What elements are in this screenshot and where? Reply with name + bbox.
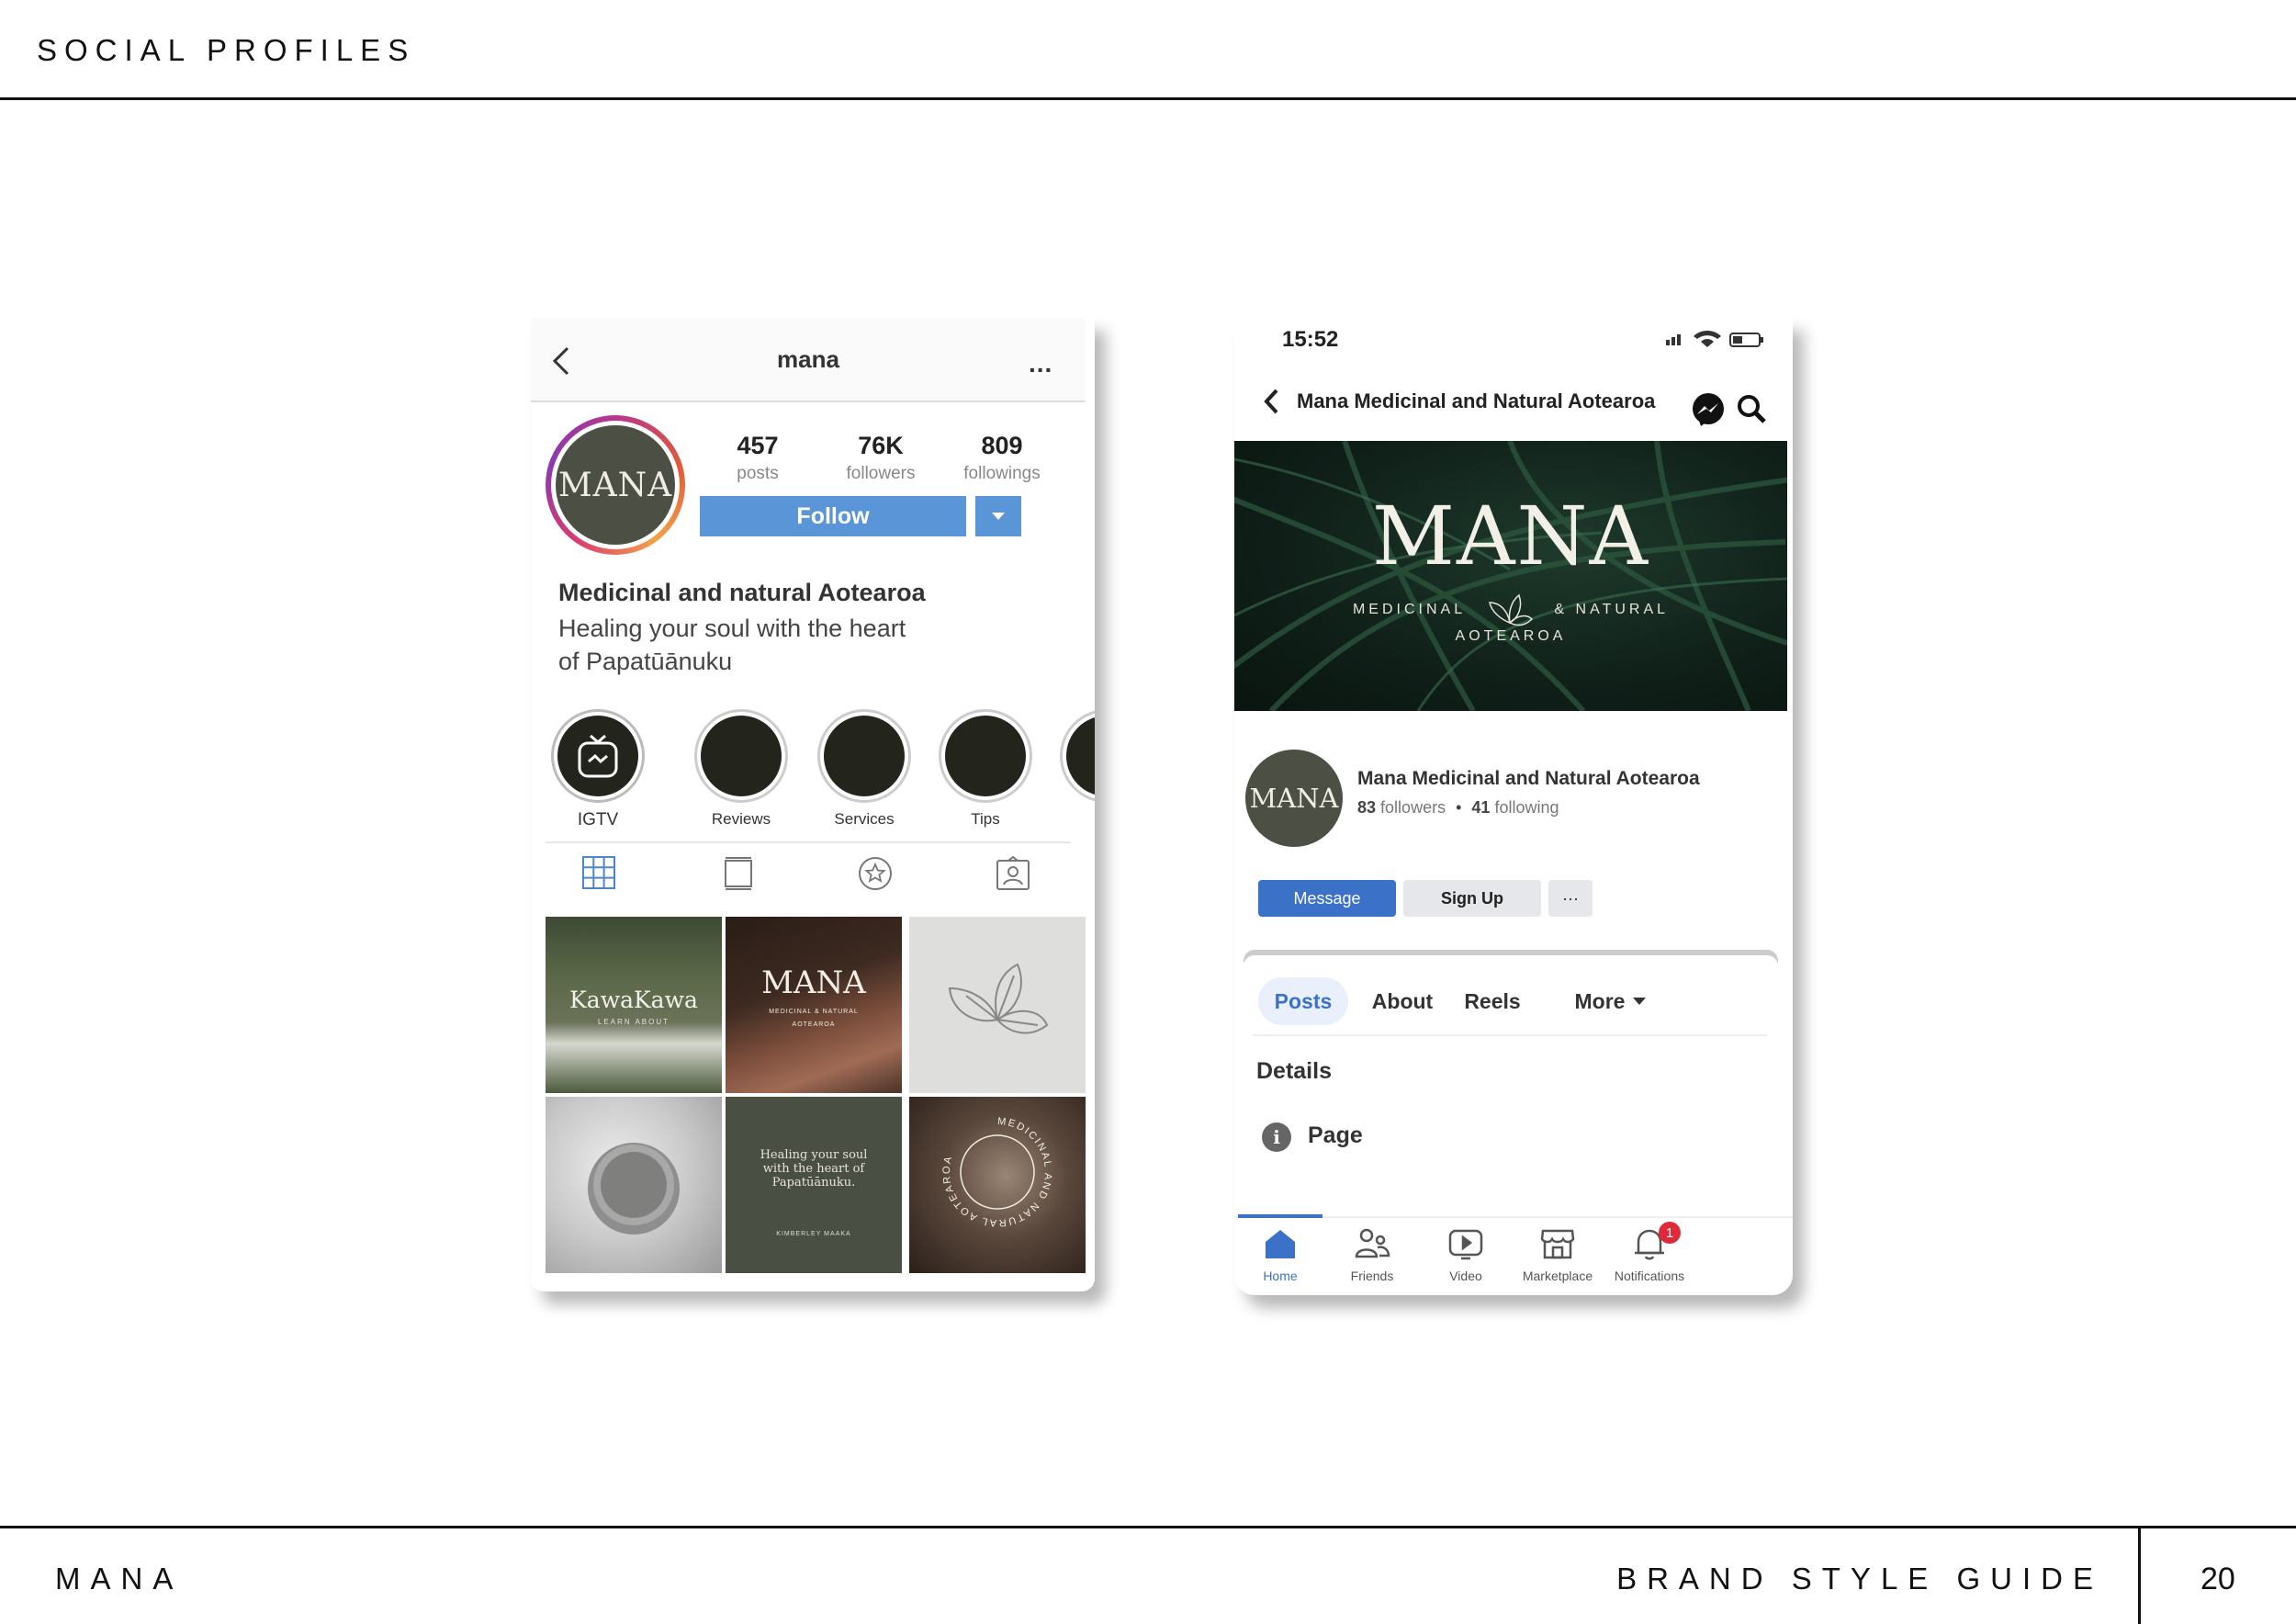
instagram-profile-mockup: mana ... MANA 457 posts 76K followers 80… xyxy=(531,318,1095,1291)
nav-active-indicator xyxy=(1238,1214,1322,1218)
fb-cover-photo[interactable]: MANA MEDICINAL & NATURAL AOTEAROA xyxy=(1234,441,1787,711)
more-options-icon[interactable]: ... xyxy=(1029,349,1052,378)
ig-stat-followings[interactable]: 809 followings xyxy=(942,432,1062,484)
post-mana-logo[interactable]: MANA MEDICINAL & NATURAL AOTEAROA xyxy=(726,917,902,1093)
sign-up-button[interactable]: Sign Up xyxy=(1403,880,1541,917)
highlight-partial[interactable] xyxy=(1056,709,1095,803)
tab-posts[interactable]: Posts xyxy=(1258,977,1348,1025)
ig-avatar-logo: MANA xyxy=(556,425,675,545)
footer-brand: MANA xyxy=(55,1562,184,1596)
post-leaf-illustration[interactable] xyxy=(909,917,1086,1093)
ig-stat-posts[interactable]: 457 posts xyxy=(698,432,817,484)
marketplace-icon xyxy=(1540,1229,1575,1259)
section-title: SOCIAL PROFILES xyxy=(37,33,416,67)
post-balm-jar[interactable] xyxy=(546,1097,722,1273)
tab-more[interactable]: More xyxy=(1547,977,1675,1025)
tab-reels[interactable]: Reels xyxy=(1451,977,1534,1025)
fb-page-name: Mana Medicinal and Natural Aotearoa xyxy=(1357,768,1700,789)
svg-text:MEDICINAL AND NATURAL AOTEAROA: MEDICINAL AND NATURAL AOTEAROA xyxy=(941,1116,1053,1228)
ig-bio-name: Medicinal and natural Aotearoa xyxy=(558,579,926,606)
tagged-icon[interactable] xyxy=(996,856,1030,891)
follow-dropdown-button[interactable] xyxy=(975,496,1021,536)
igtv-icon xyxy=(578,734,618,778)
messenger-icon[interactable] xyxy=(1690,391,1727,428)
leaf-icon xyxy=(948,963,1049,1034)
grid-view-icon[interactable] xyxy=(582,856,615,889)
feed-view-icon[interactable] xyxy=(724,856,753,891)
highlight-tips[interactable]: Tips xyxy=(935,709,1036,829)
footer-divider xyxy=(2138,1526,2141,1624)
post-hands-seal[interactable]: MEDICINAL AND NATURAL AOTEAROA xyxy=(909,1097,1086,1273)
ig-avatar[interactable]: MANA xyxy=(546,415,685,555)
ig-stat-followers[interactable]: 76K followers xyxy=(821,432,940,484)
page-number: 20 xyxy=(2200,1562,2235,1596)
favorites-icon[interactable] xyxy=(858,856,893,891)
facebook-page-mockup: 15:52 Mana Medicinal and Natural Aotearo… xyxy=(1234,318,1793,1295)
nav-notifications[interactable]: 1 Notifications xyxy=(1604,1222,1695,1283)
follow-button[interactable]: Follow xyxy=(700,496,966,536)
circular-seal-icon: MEDICINAL AND NATURAL AOTEAROA xyxy=(941,1116,1053,1228)
more-actions-button[interactable]: ··· xyxy=(1548,880,1593,917)
friends-icon xyxy=(1355,1228,1390,1258)
header-rule xyxy=(0,97,2296,100)
status-icons xyxy=(1666,331,1763,347)
video-icon xyxy=(1448,1229,1483,1260)
footer-guide-title: BRAND STYLE GUIDE xyxy=(1616,1562,2103,1596)
highlight-reviews[interactable]: Reviews xyxy=(691,709,792,829)
ig-username: mana xyxy=(777,345,839,373)
fb-follow-counts: 83 followers • 41 following xyxy=(1357,798,1559,817)
search-icon[interactable] xyxy=(1736,393,1767,424)
message-button[interactable]: Message xyxy=(1258,880,1396,917)
highlight-igtv[interactable]: IGTV xyxy=(547,709,648,830)
leaf-emblem-icon xyxy=(1489,593,1534,626)
notification-badge: 1 xyxy=(1659,1222,1681,1244)
ig-bio: Healing your soul with the heart of Papa… xyxy=(558,615,906,675)
cover-logo: MANA xyxy=(1371,489,1650,583)
post-kawakawa[interactable]: KawaKawa LEARN ABOUT xyxy=(546,917,722,1093)
details-heading: Details xyxy=(1256,1058,1332,1084)
nav-home[interactable]: Home xyxy=(1234,1227,1326,1283)
info-icon: i xyxy=(1262,1122,1291,1152)
caret-down-icon xyxy=(1633,998,1647,1005)
fb-header-title: Mana Medicinal and Natural Aotearoa xyxy=(1297,389,1656,412)
post-quote[interactable]: Healing your soul with the heart of Papa… xyxy=(726,1097,902,1273)
tab-about[interactable]: About xyxy=(1361,977,1444,1025)
home-icon xyxy=(1266,1230,1295,1258)
footer-rule xyxy=(0,1526,2296,1528)
cover-tagline: MEDICINAL & NATURAL xyxy=(1234,592,1787,628)
fb-profile-avatar[interactable]: MANA xyxy=(1245,750,1343,847)
cover-location: AOTEAROA xyxy=(1455,628,1567,644)
status-time: 15:52 xyxy=(1282,327,1339,352)
nav-marketplace[interactable]: Marketplace xyxy=(1512,1227,1604,1283)
back-icon[interactable] xyxy=(1262,388,1280,415)
jar-icon xyxy=(588,1143,680,1235)
page-category-label: Page xyxy=(1308,1122,1363,1148)
nav-video[interactable]: Video xyxy=(1420,1227,1512,1283)
ig-top-bar: mana ... xyxy=(531,318,1086,402)
ig-divider xyxy=(546,841,1071,843)
nav-friends[interactable]: Friends xyxy=(1326,1227,1418,1283)
highlight-services[interactable]: Services xyxy=(814,709,915,829)
chevron-down-icon xyxy=(992,513,1005,520)
